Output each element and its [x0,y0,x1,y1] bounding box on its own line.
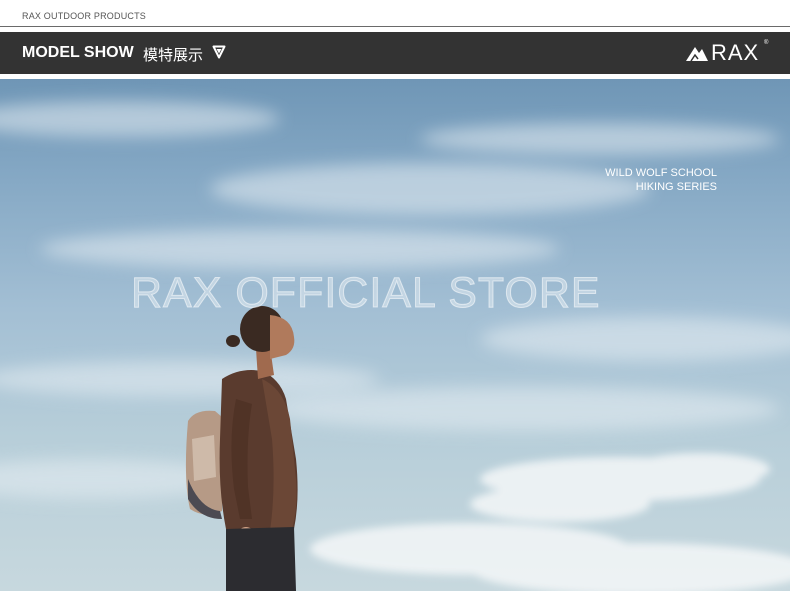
section-header-bar: MODEL SHOW 模特展示 RAX ® [0,32,790,74]
triangle-down-icon [212,45,226,59]
logo-registered-mark: ® [764,40,769,46]
series-caption: WILD WOLF SCHOOL HIKING SERIES [605,166,717,194]
store-watermark: RAX OFFICIAL STORE [131,269,601,318]
divider [0,26,790,27]
section-title-cn: 模特展示 [143,46,204,64]
series-line-1: WILD WOLF SCHOOL [605,167,717,179]
sky-with-hiker-photo [0,101,790,591]
brand-line: RAX OUTDOOR PRODUCTS [22,11,147,21]
series-line-2: HIKING SERIES [635,181,717,193]
hero-image: WILD WOLF SCHOOL HIKING SERIES RAX OFFIC… [0,79,790,591]
logo-text: RAX [711,40,760,65]
section-title: MODEL SHOW [22,44,134,61]
